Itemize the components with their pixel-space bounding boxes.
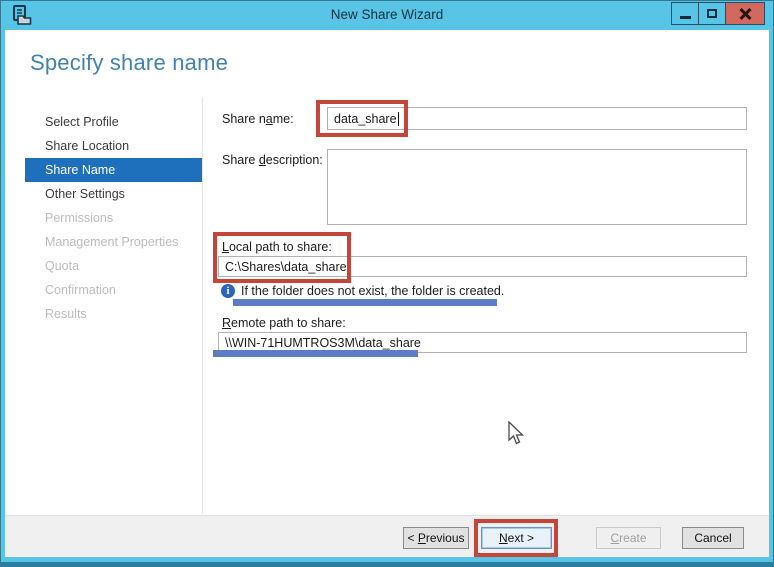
sidebar-item-share-location[interactable]: Share Location: [25, 134, 202, 158]
close-button[interactable]: [725, 2, 765, 25]
minimize-button[interactable]: [671, 2, 699, 25]
remote-path-value: \\WIN-71HUMTROS3M\data_share: [225, 335, 421, 350]
previous-button[interactable]: < Previous: [403, 527, 469, 549]
sidebar-divider: [202, 98, 203, 514]
sidebar-item-quota: Quota: [45, 259, 80, 273]
share-description-label: Share description:: [222, 153, 323, 167]
page-title: Specify share name: [30, 50, 229, 75]
sidebar-item-select-profile[interactable]: Select Profile: [25, 110, 202, 134]
annotation-box-next-button: [474, 519, 558, 557]
maximize-button[interactable]: [698, 2, 726, 25]
share-description-textarea[interactable]: [327, 149, 747, 225]
folder-created-info-text: If the folder does not exist, the folder…: [241, 284, 505, 298]
remote-path-label: Remote path to share:: [222, 316, 346, 330]
annotation-box-share-name: [316, 100, 408, 137]
annotation-bar-remote-path: [213, 350, 418, 357]
window-bottom-frame: [0, 562, 774, 567]
share-name-label: Share name:: [222, 112, 294, 126]
close-icon: [739, 8, 751, 20]
maximize-icon: [707, 9, 717, 18]
annotation-bar-info: [233, 299, 497, 306]
sidebar-item-management-properties: Management Properties: [45, 235, 179, 249]
window-controls: [671, 2, 765, 25]
sidebar-item-confirmation: Confirmation: [45, 283, 116, 297]
minimize-icon: [679, 16, 691, 19]
create-button: Create: [596, 527, 661, 549]
sidebar-item-share-name[interactable]: Share Name: [25, 158, 202, 182]
info-icon: [221, 284, 235, 298]
sidebar-item-permissions: Permissions: [45, 211, 114, 225]
sidebar-item-other-settings[interactable]: Other Settings: [25, 182, 202, 206]
mouse-cursor: [506, 420, 526, 452]
new-share-wizard-window: New Share Wizard Specify share name Sele…: [0, 0, 774, 567]
window-title: New Share Wizard: [330, 7, 444, 22]
annotation-box-local-path: [213, 232, 351, 283]
cancel-button[interactable]: Cancel: [682, 527, 744, 549]
sidebar-item-results: Results: [45, 307, 87, 321]
titlebar: New Share Wizard: [0, 0, 774, 30]
wizard-steps-sidebar: Select Profile Share Location Share Name…: [25, 110, 202, 326]
